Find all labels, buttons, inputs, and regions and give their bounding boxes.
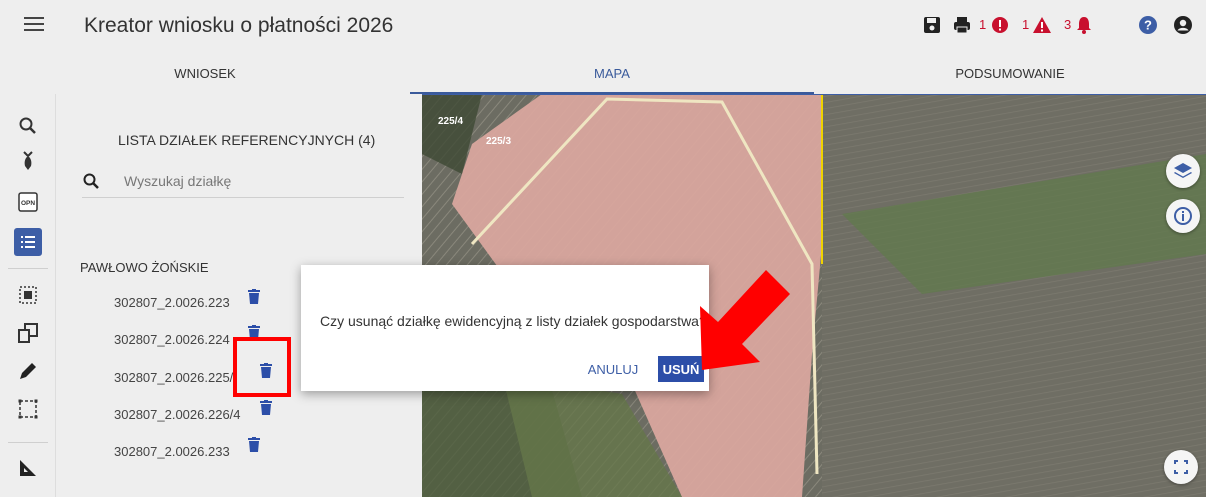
notification-count: 3: [1064, 17, 1072, 32]
list-icon[interactable]: [14, 228, 42, 256]
search-input[interactable]: [124, 170, 394, 192]
pencil-icon[interactable]: [16, 359, 40, 383]
tab-wniosek[interactable]: WNIOSEK: [0, 54, 410, 94]
select-area-icon[interactable]: [16, 283, 40, 307]
error-count: 1: [979, 17, 987, 32]
layers-icon: [1174, 163, 1192, 178]
tool-divider: [8, 442, 48, 443]
app-title: Kreator wniosku o płatności 2026: [84, 14, 394, 37]
bell-icon[interactable]: [1074, 15, 1094, 35]
info-icon: [1174, 207, 1192, 225]
draw-polygon-icon[interactable]: [16, 397, 40, 421]
crop-icon[interactable]: [16, 150, 40, 174]
tool-divider: [8, 268, 48, 269]
tool-strip: OPN: [0, 94, 56, 497]
trash-icon[interactable]: [248, 437, 260, 452]
layers-button[interactable]: [1166, 154, 1200, 188]
user-icon[interactable]: [1173, 15, 1193, 35]
section-title: PAWŁOWO ŻOŃSKIE: [80, 260, 209, 275]
top-bar: Kreator wniosku o płatności 2026 1 1 3 ?: [0, 0, 1206, 54]
fullscreen-icon: [1174, 460, 1188, 474]
tab-podsumowanie[interactable]: PODSUMOWANIE: [814, 54, 1206, 94]
warning-count: 1: [1022, 17, 1030, 32]
panel-title: LISTA DZIAŁEK REFERENCYJNYCH (4): [118, 132, 376, 148]
warning-icon[interactable]: [1032, 15, 1052, 35]
error-icon[interactable]: [990, 15, 1010, 35]
dialog-message: Czy usunąć działkę ewidencyjną z listy d…: [320, 313, 707, 329]
info-button[interactable]: [1166, 199, 1200, 233]
trash-icon[interactable]: [248, 289, 260, 304]
svg-text:?: ?: [1144, 18, 1152, 33]
parcel-label: 225/4: [438, 116, 463, 127]
copy-shape-icon[interactable]: [16, 321, 40, 345]
parcel-item[interactable]: 302807_2.0026.226/4: [114, 407, 241, 422]
measure-icon[interactable]: [16, 456, 40, 480]
search-icon[interactable]: [16, 114, 40, 138]
field-area: [822, 94, 1206, 497]
confirm-dialog: Czy usunąć działkę ewidencyjną z listy d…: [301, 265, 709, 391]
tab-mapa[interactable]: MAPA: [410, 54, 814, 94]
print-icon[interactable]: [952, 15, 972, 35]
cancel-button[interactable]: ANULUJ: [584, 356, 642, 382]
tab-bar: WNIOSEK MAPA PODSUMOWANIE: [0, 54, 1206, 94]
menu-icon[interactable]: [24, 17, 44, 33]
parcel-item[interactable]: 302807_2.0026.223: [114, 295, 230, 310]
svg-text:OPN: OPN: [21, 200, 35, 207]
arrow-icon: [700, 270, 790, 370]
fullscreen-button[interactable]: [1164, 450, 1198, 484]
parcel-label: 225/3: [486, 136, 511, 147]
search-icon: [83, 173, 99, 189]
parcel-item[interactable]: 302807_2.0026.225/: [114, 370, 233, 385]
highlight-box: [233, 337, 291, 397]
parcel-item[interactable]: 302807_2.0026.224: [114, 332, 230, 347]
parcel-item[interactable]: 302807_2.0026.233: [114, 444, 230, 459]
search-box: [82, 166, 404, 198]
save-icon[interactable]: [922, 15, 942, 35]
opn-icon[interactable]: OPN: [16, 190, 40, 214]
trash-icon[interactable]: [260, 400, 272, 415]
help-icon[interactable]: ?: [1138, 15, 1158, 35]
